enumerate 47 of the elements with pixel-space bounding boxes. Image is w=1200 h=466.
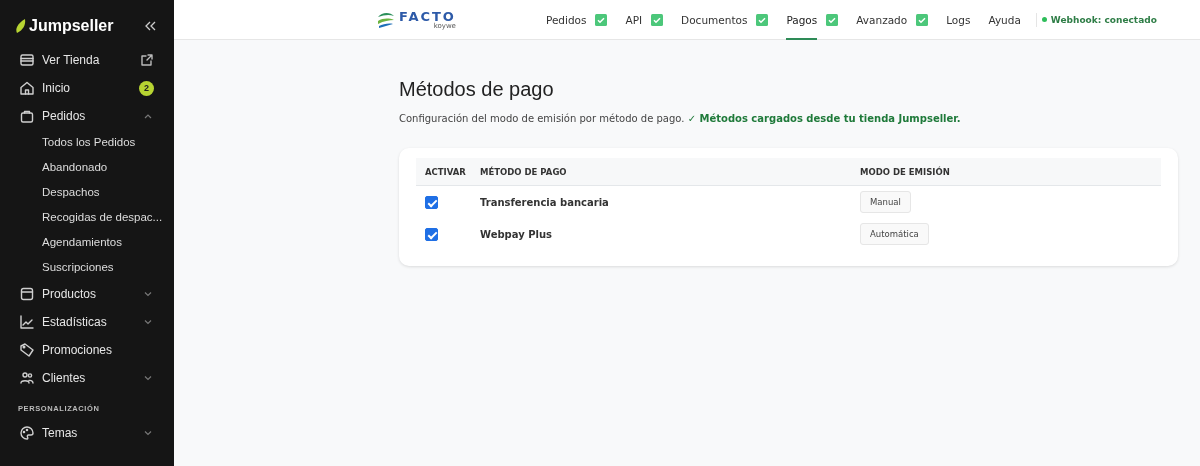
nav-tab[interactable]: Pagos — [786, 0, 818, 40]
box-icon — [19, 286, 35, 302]
sidebar-item[interactable]: Estadísticas — [0, 308, 174, 336]
checkbox[interactable] — [425, 227, 438, 241]
nav-tab[interactable]: Avanzado — [856, 0, 908, 40]
sidebar-item[interactable]: Ver Tienda — [0, 46, 174, 74]
palette-icon — [19, 425, 35, 441]
page-description: Configuración del modo de emisión por método de pago. ✓ Métodos cargados desde tu tienda Jumpseller. — [399, 113, 962, 124]
sidebar-item[interactable]: Pedidos — [0, 102, 174, 130]
nav-tab[interactable]: API — [625, 0, 643, 40]
sidebar-item[interactable]: Temas — [0, 419, 174, 447]
webhook-status: Webhook: conectado — [1050, 14, 1157, 25]
logo-wordmark: FACTO — [399, 9, 456, 23]
sidebar-item[interactable]: Promociones — [0, 336, 174, 364]
mode-button[interactable]: Manual — [860, 191, 911, 213]
page-title: Métodos de pago — [399, 78, 555, 101]
sidebar-subitem[interactable]: Agendamientos — [0, 230, 174, 255]
tag-icon — [19, 342, 35, 358]
swirl-icon — [376, 10, 396, 29]
nav-tab[interactable]: Logs — [946, 0, 971, 40]
sidebar-item[interactable]: Clientes — [0, 364, 174, 392]
nav-tab[interactable]: Ayuda — [988, 0, 1021, 40]
table-cell: Webpay Plus — [480, 228, 553, 240]
count-badge: 2 — [139, 80, 154, 96]
home-icon — [19, 80, 35, 96]
sidebar-subitem[interactable]: Despachos — [0, 180, 174, 205]
external-link-icon — [140, 53, 154, 67]
table-cell: Transferencia bancaria — [480, 196, 609, 208]
users-icon — [19, 370, 35, 386]
nav-tab[interactable]: Documentos — [681, 0, 748, 40]
leaf-icon — [14, 17, 26, 34]
brand-name: Jumpseller — [29, 16, 114, 35]
sidebar-subitem[interactable]: Abandonado — [0, 155, 174, 180]
storefront-icon — [19, 52, 35, 68]
sidebar-subitem[interactable]: Suscripciones — [0, 255, 174, 280]
mode-button[interactable]: Automática — [860, 223, 929, 245]
chart-icon — [19, 314, 35, 330]
shopping-bag-icon — [19, 108, 35, 124]
column-header: MÉTODO DE PAGO — [471, 158, 851, 186]
nav-tab[interactable]: Pedidos — [545, 0, 587, 40]
column-header: MODO DE EMISIÓN — [851, 158, 1161, 186]
column-header: ACTIVAR — [416, 158, 471, 186]
sidebar-subitem[interactable]: Recogidas de despac... — [0, 205, 174, 230]
sidebar-item[interactable]: Inicio 2 — [0, 74, 174, 102]
sidebar-subitem[interactable]: Todos los Pedidos — [0, 130, 174, 155]
checkbox[interactable] — [425, 195, 438, 209]
sidebar-item[interactable]: Productos — [0, 280, 174, 308]
